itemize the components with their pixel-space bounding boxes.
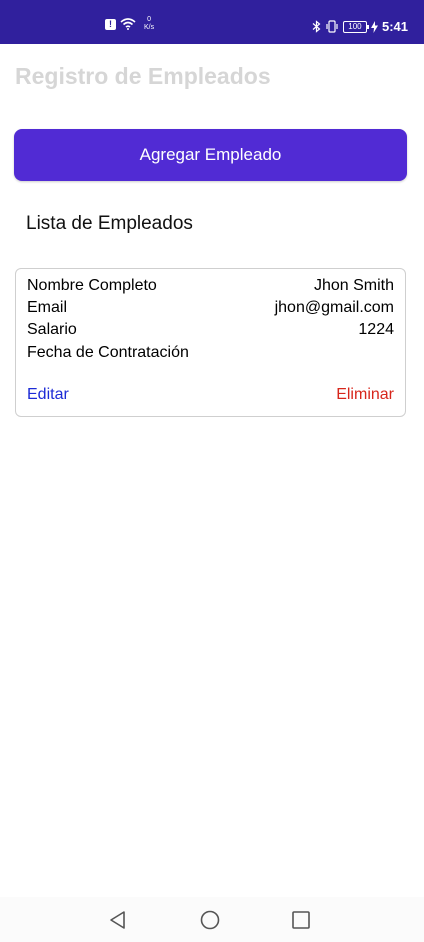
network-speed: 0 K/s <box>144 16 154 32</box>
status-bar: ! 0 K/s 100 5:41 <box>0 0 424 44</box>
employee-card: Nombre Completo Jhon Smith Email jhon@gm… <box>15 268 406 417</box>
name-label: Nombre Completo <box>27 277 157 294</box>
employee-list-title: Lista de Empleados <box>26 213 193 234</box>
hire-date-label: Fecha de Contratación <box>27 344 189 361</box>
status-left-group: ! 0 K/s <box>105 16 154 32</box>
recents-icon[interactable] <box>290 909 312 931</box>
home-icon[interactable] <box>199 909 221 931</box>
name-value: Jhon Smith <box>313 277 394 294</box>
email-label: Email <box>27 299 68 316</box>
email-value: jhon@gmail.com <box>274 299 394 316</box>
salary-label: Salario <box>27 321 77 338</box>
status-time: 5:41 <box>381 19 408 34</box>
name-row: Nombre Completo Jhon Smith <box>27 277 394 299</box>
navigation-bar <box>0 897 424 942</box>
email-row: Email jhon@gmail.com <box>27 299 394 321</box>
wifi-icon <box>120 18 136 30</box>
network-speed-value: 0 <box>147 16 152 23</box>
bluetooth-icon <box>312 20 321 33</box>
battery-icon: 100 <box>342 20 369 33</box>
page-title: Registro de Empleados <box>15 63 271 89</box>
status-right-group: 100 5:41 <box>312 19 408 34</box>
salary-row: Salario 1224 <box>27 321 394 343</box>
vibrate-icon <box>326 20 338 33</box>
notification-icon: ! <box>105 18 116 30</box>
salary-value: 1224 <box>358 321 394 338</box>
back-icon[interactable] <box>107 909 129 931</box>
hire-date-row: Fecha de Contratación <box>27 344 394 366</box>
charging-icon <box>370 20 378 33</box>
battery-level: 100 <box>348 21 362 31</box>
edit-button[interactable]: Editar <box>27 386 69 404</box>
add-employee-button[interactable]: Agregar Empleado <box>14 129 407 181</box>
network-speed-unit: K/s <box>144 24 155 31</box>
delete-button[interactable]: Eliminar <box>336 386 394 404</box>
app-screen: ! 0 K/s 100 5:41 Registro de Empleados A… <box>0 0 424 942</box>
